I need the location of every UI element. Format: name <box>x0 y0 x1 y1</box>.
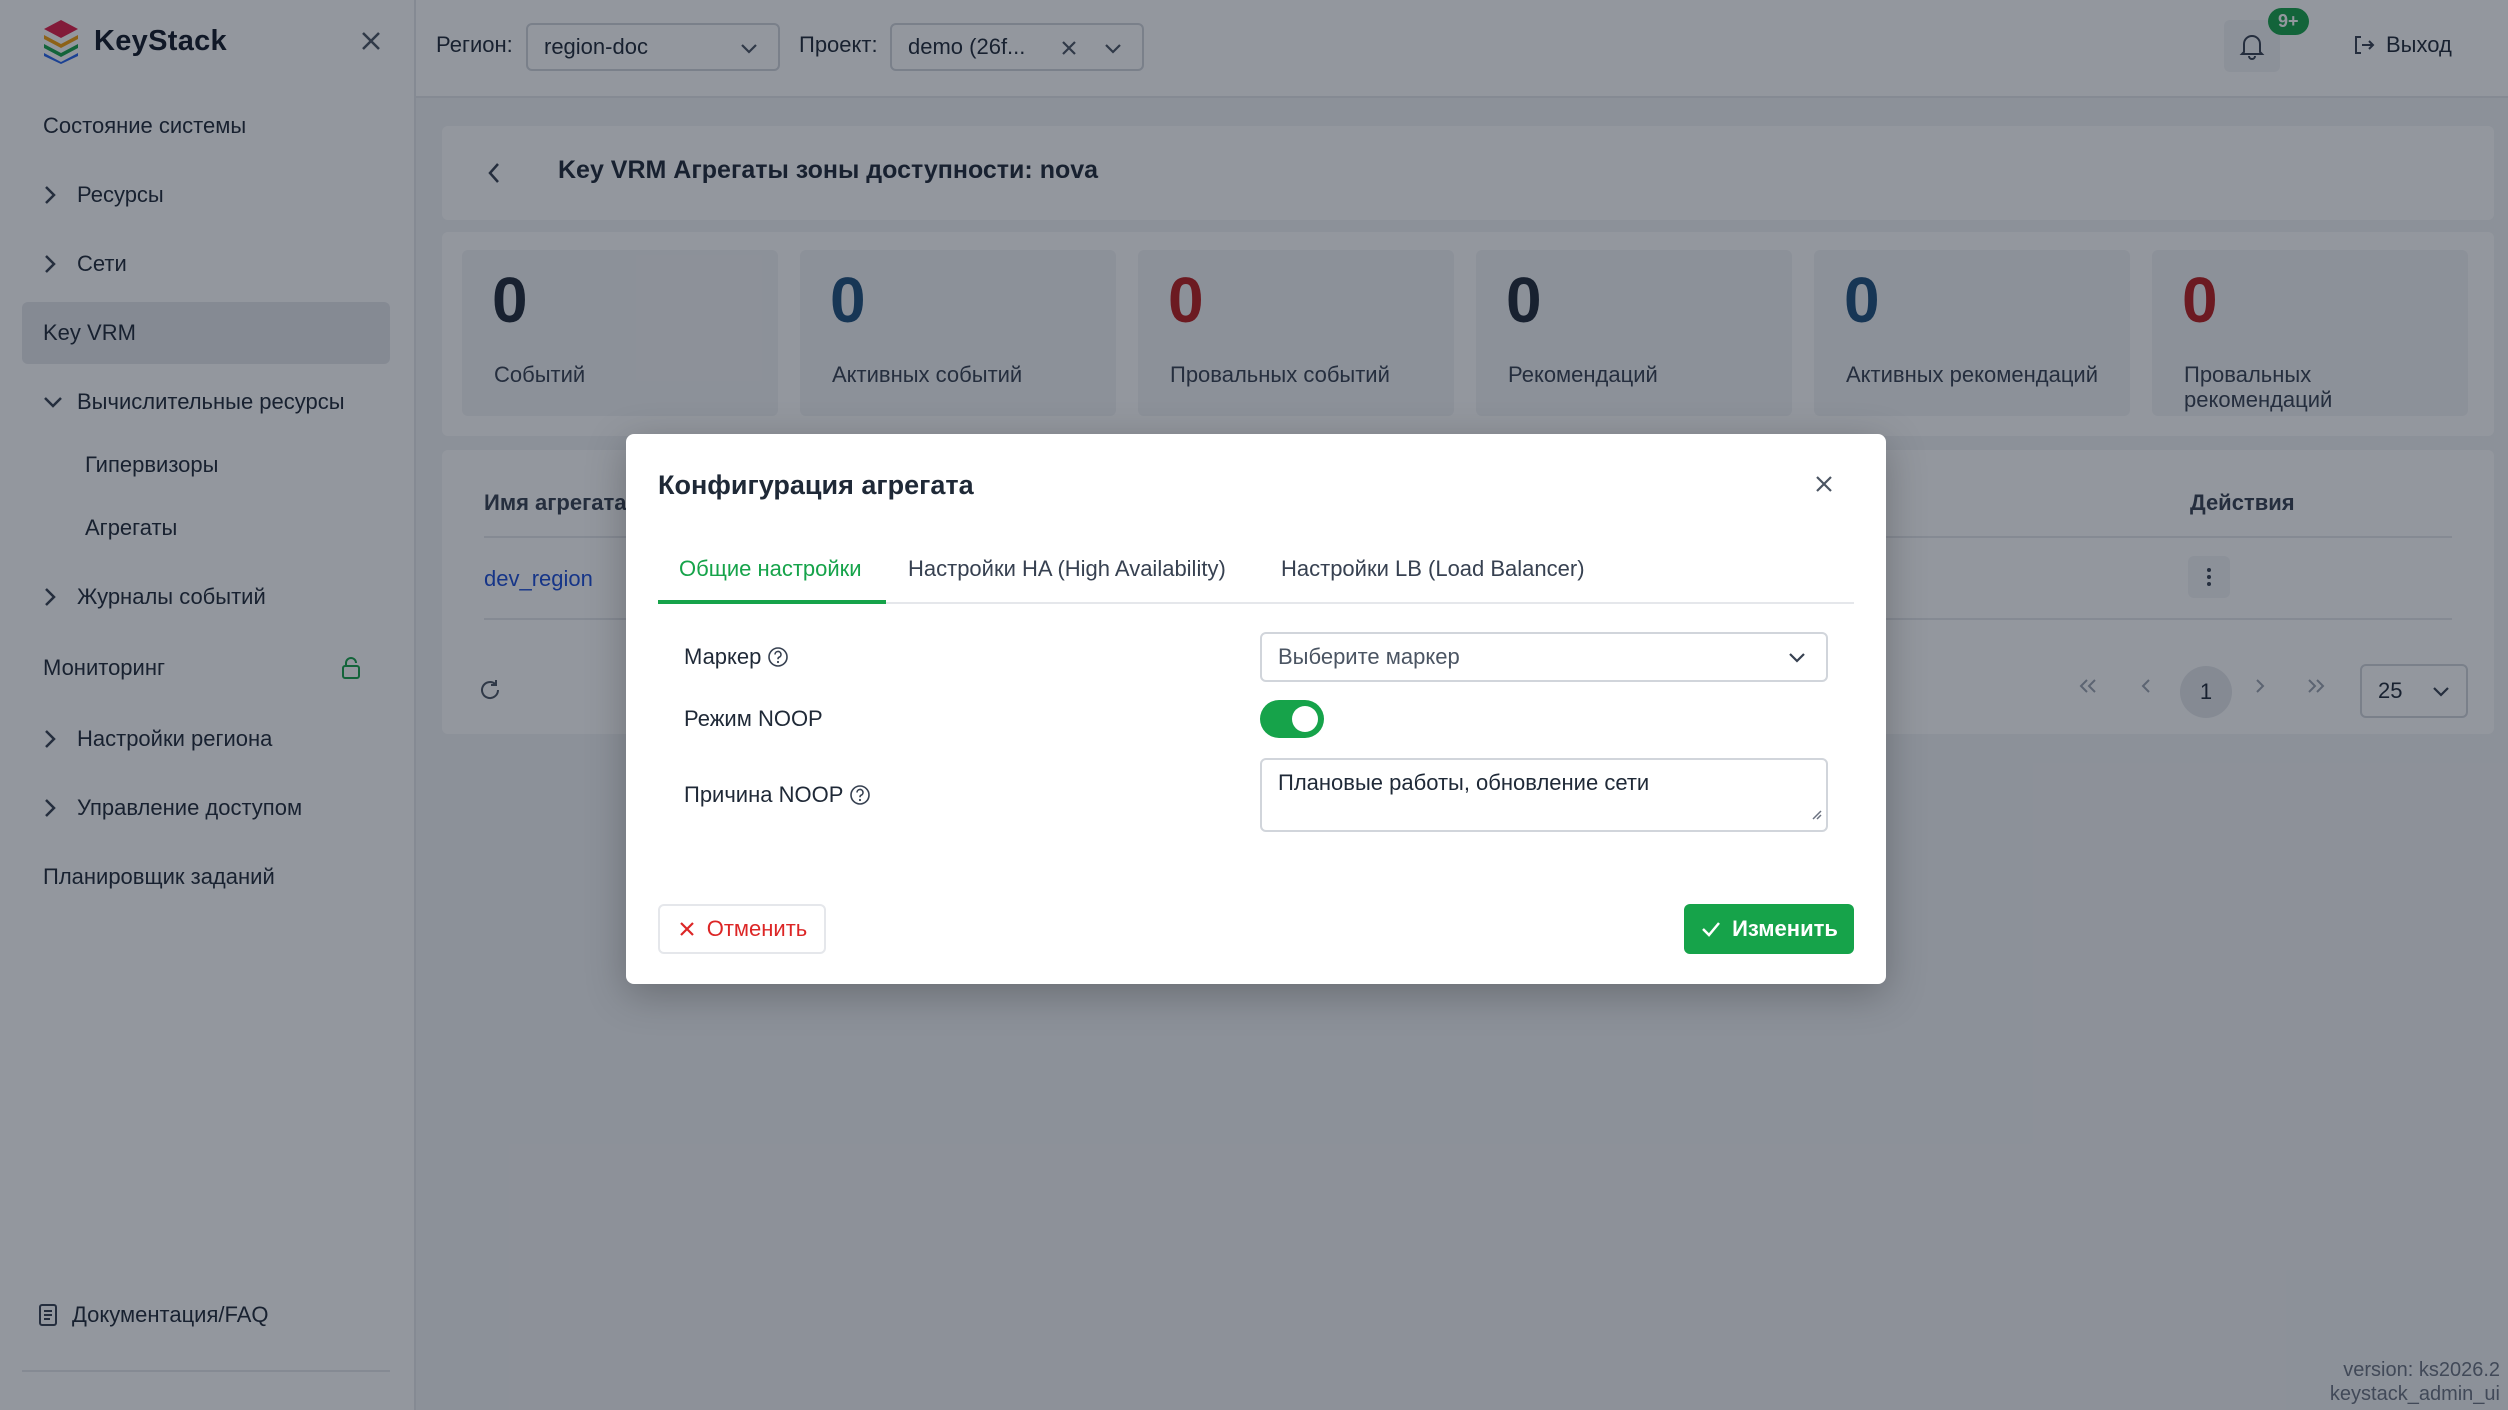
marker-label: Маркер <box>684 644 762 669</box>
check-icon <box>1702 922 1721 937</box>
marker-field-label: Маркер <box>684 644 789 670</box>
modal-tabs: Общие настройки Настройки HA (High Avail… <box>658 534 1854 604</box>
help-icon[interactable] <box>849 784 871 806</box>
cancel-button[interactable]: Отменить <box>658 904 826 954</box>
tab-active-indicator <box>658 600 886 604</box>
noop-mode-field-label: Режим NOOP <box>684 706 823 732</box>
close-icon[interactable] <box>1812 472 1836 501</box>
resize-handle-icon[interactable] <box>1810 800 1822 826</box>
noop-reason-value: Плановые работы, обновление сети <box>1278 770 1650 795</box>
modal-title: Конфигурация агрегата <box>658 470 974 500</box>
close-icon <box>679 922 694 936</box>
chevron-down-icon <box>1786 646 1808 674</box>
noop-mode-label: Режим NOOP <box>684 706 823 731</box>
tab-ha[interactable]: Настройки HA (High Availability) <box>908 556 1226 582</box>
submit-label: Изменить <box>1732 916 1838 941</box>
marker-placeholder: Выберите маркер <box>1278 644 1460 669</box>
noop-reason-textarea[interactable]: Плановые работы, обновление сети <box>1260 758 1828 832</box>
tab-lb[interactable]: Настройки LB (Load Balancer) <box>1281 556 1585 582</box>
toggle-knob <box>1292 706 1318 732</box>
marker-select[interactable]: Выберите маркер <box>1260 632 1828 682</box>
tab-general[interactable]: Общие настройки <box>679 556 862 582</box>
noop-reason-field-label: Причина NOOP <box>684 782 871 808</box>
help-icon[interactable] <box>767 646 789 668</box>
submit-button[interactable]: Изменить <box>1684 904 1854 954</box>
aggregate-config-modal: Конфигурация агрегата Общие настройки На… <box>626 434 1886 984</box>
noop-reason-label: Причина NOOP <box>684 782 844 807</box>
noop-mode-toggle[interactable] <box>1260 700 1324 738</box>
cancel-label: Отменить <box>706 916 808 941</box>
